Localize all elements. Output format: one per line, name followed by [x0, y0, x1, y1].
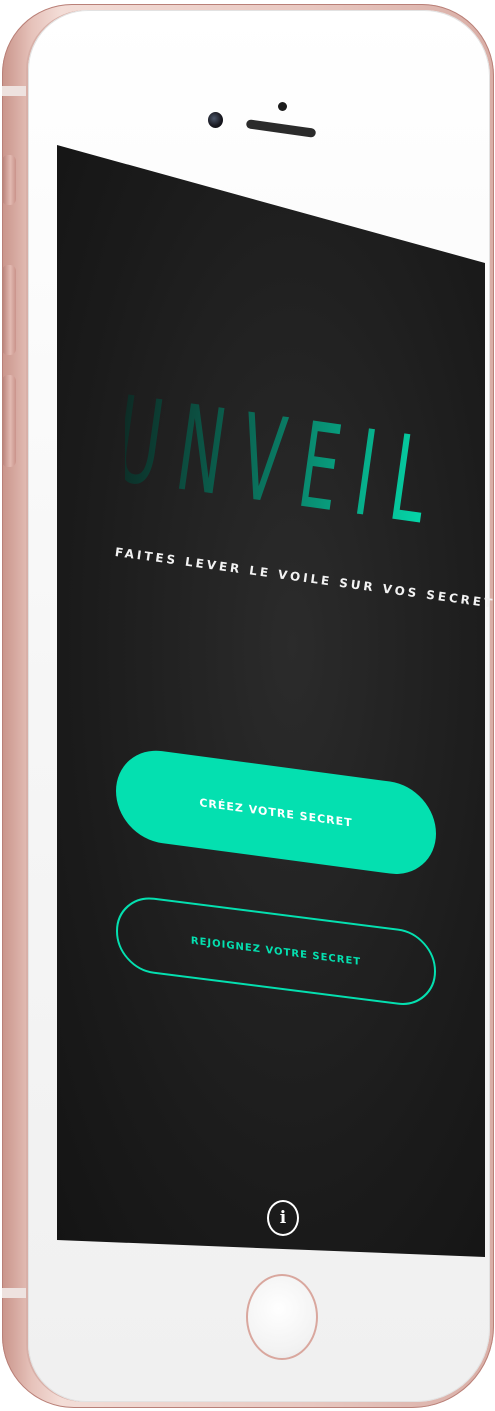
info-button[interactable]: i	[267, 1200, 299, 1236]
create-secret-label: CRÉEZ VOTRE SECRET	[199, 795, 353, 830]
antenna-line-top	[2, 86, 30, 96]
mute-switch	[2, 155, 16, 205]
front-camera-icon	[208, 112, 223, 128]
proximity-sensor	[278, 102, 287, 111]
join-secret-label: REJOIGNEZ VOTRE SECRET	[190, 934, 362, 968]
app-logo: UNVEIL	[125, 380, 435, 550]
info-icon: i	[279, 1207, 287, 1228]
volume-up-button	[2, 265, 16, 355]
app-screen	[57, 145, 485, 1257]
device-mockup: UNVEIL FAITES LEVER LE VOILE SUR VOS SEC…	[0, 0, 495, 1411]
volume-down-button	[2, 375, 16, 467]
logo-text: UNVEIL	[125, 380, 435, 550]
home-button	[246, 1274, 318, 1360]
antenna-line-bottom	[2, 1288, 30, 1298]
